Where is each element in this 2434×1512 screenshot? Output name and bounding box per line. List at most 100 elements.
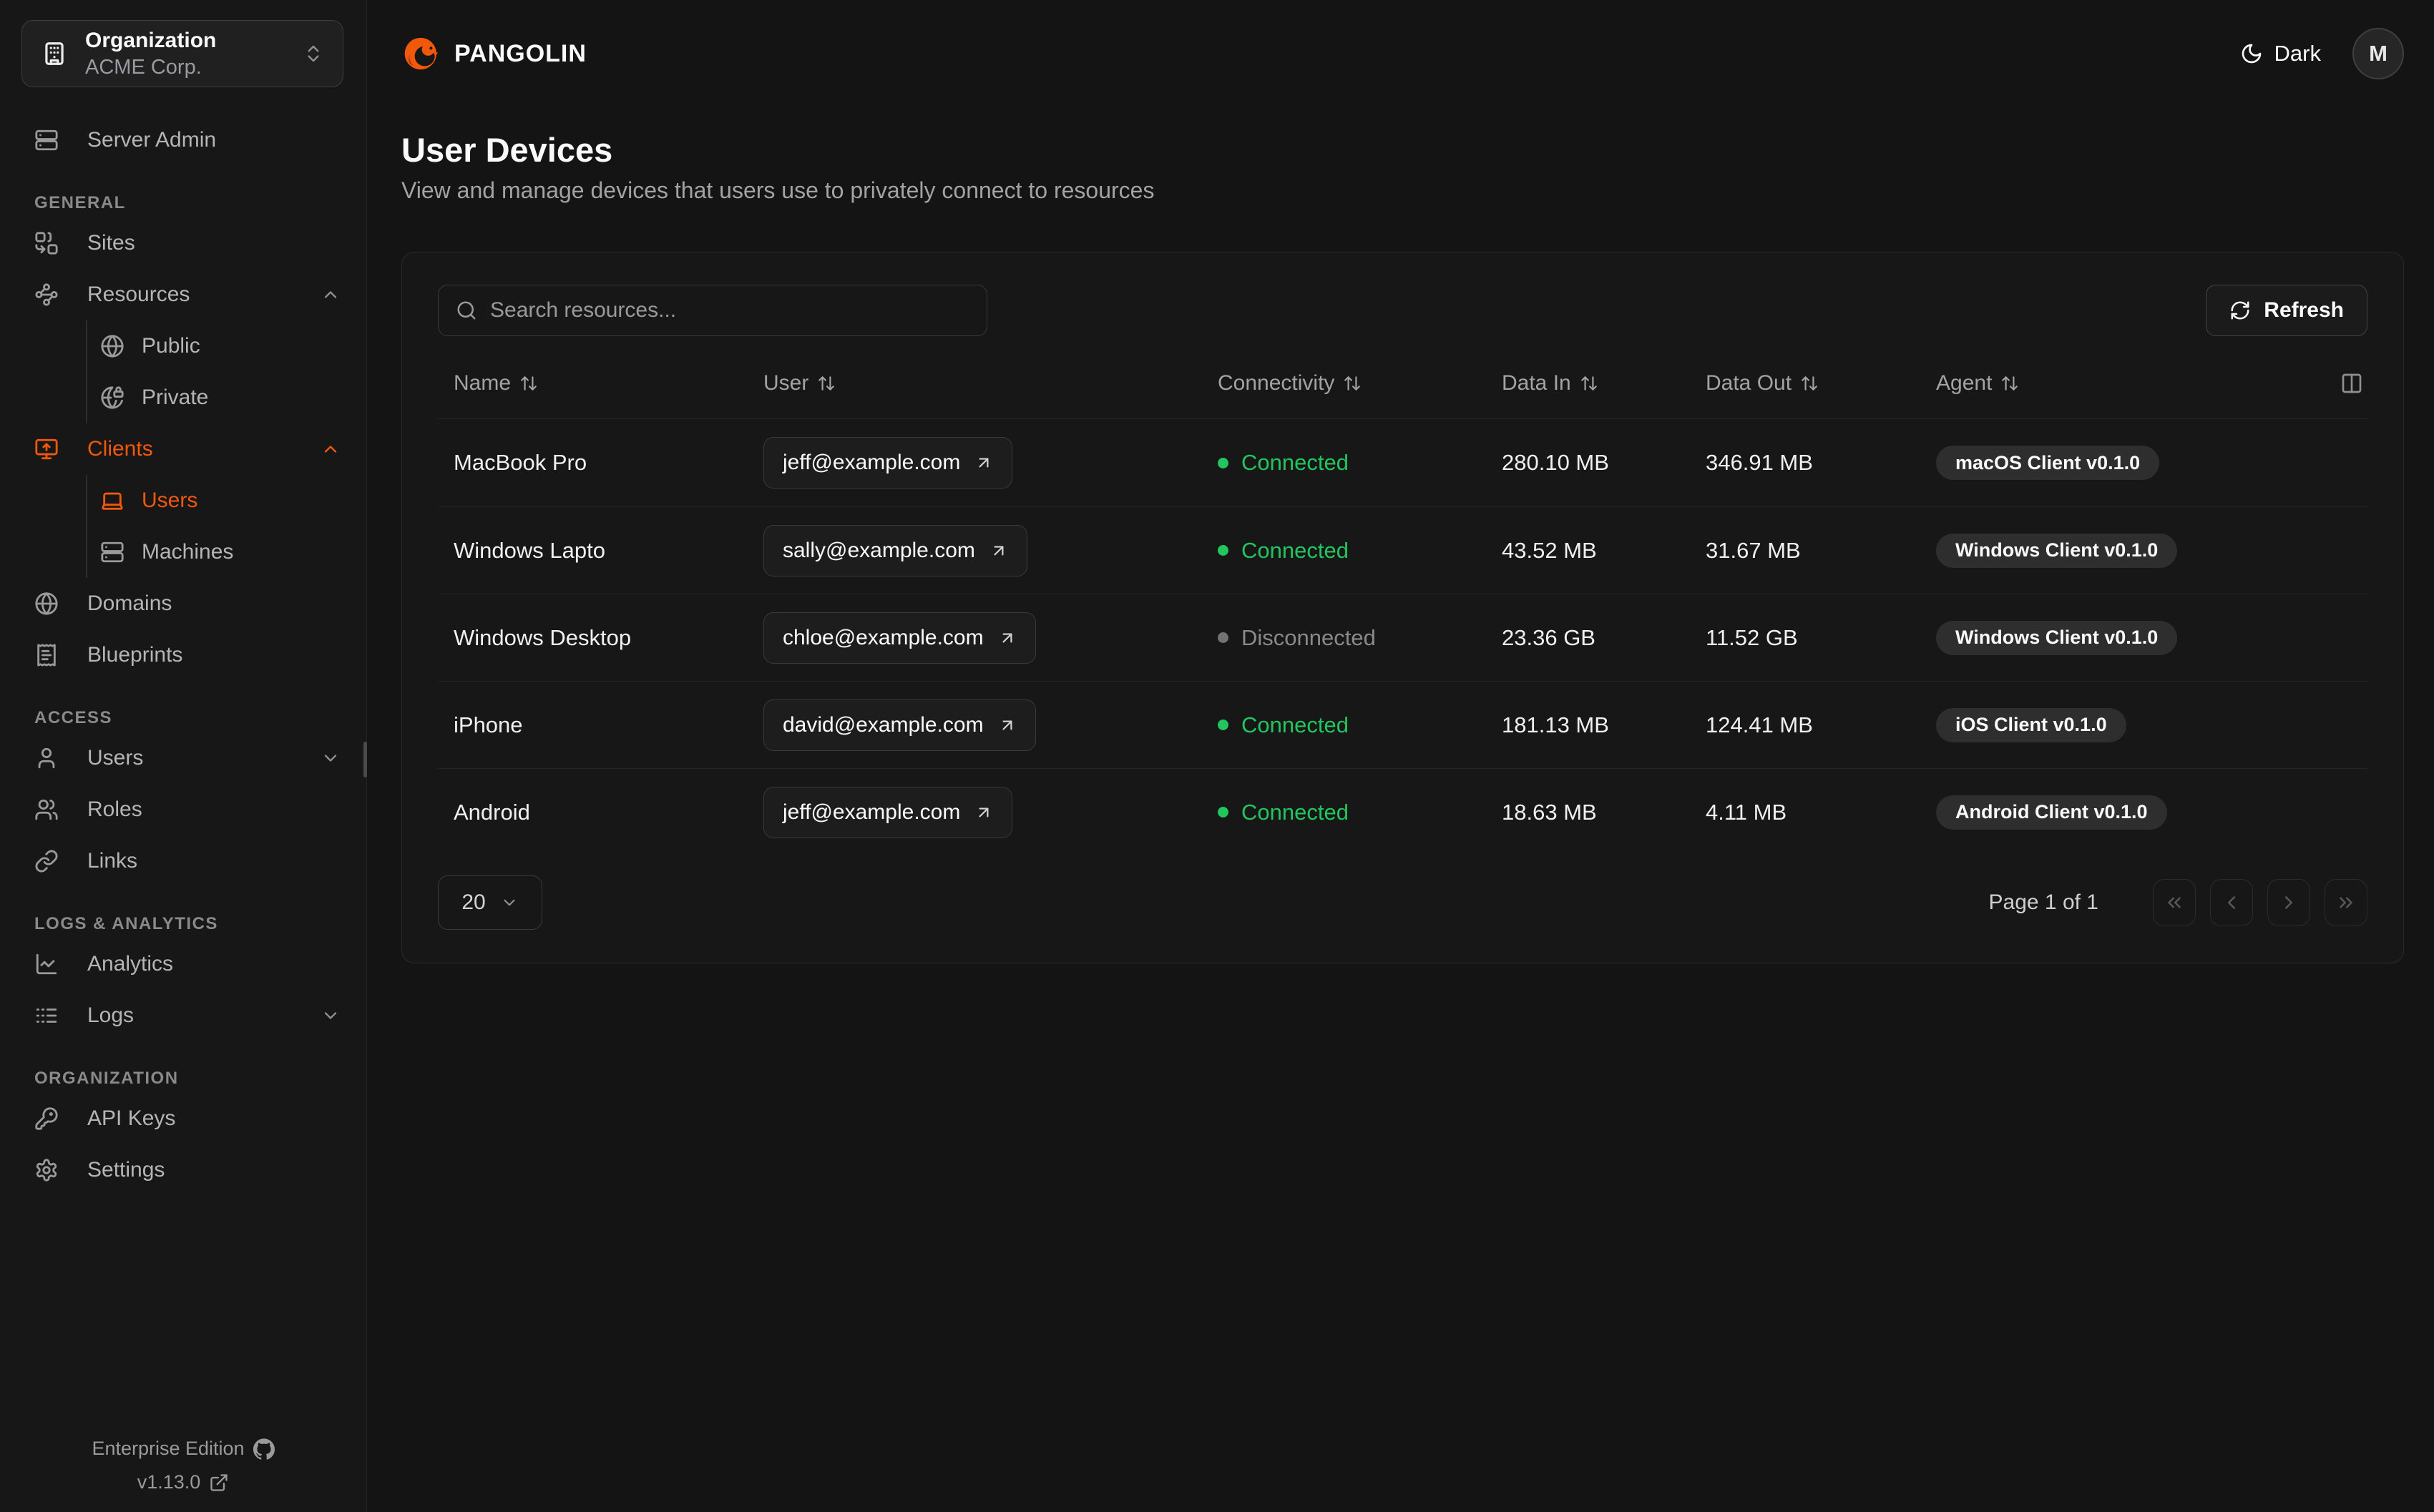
search-box bbox=[438, 285, 987, 336]
sidebar-item-roles[interactable]: Roles bbox=[0, 784, 366, 835]
org-selector[interactable]: Organization ACME Corp. bbox=[21, 20, 343, 87]
sidebar-item-label: Domains bbox=[87, 591, 172, 615]
sidebar-item-resources[interactable]: Resources bbox=[0, 269, 366, 320]
last-page-button[interactable] bbox=[2325, 879, 2367, 926]
user-email: chloe@example.com bbox=[783, 625, 984, 649]
column-header-agent-wrap: Agent bbox=[1920, 371, 2367, 396]
version-line[interactable]: v1.13.0 bbox=[137, 1471, 230, 1493]
sidebar-item-api-keys[interactable]: API Keys bbox=[0, 1093, 366, 1144]
sidebar-item-label: Settings bbox=[87, 1158, 165, 1182]
sidebar-item-client-users[interactable]: Users bbox=[87, 475, 366, 526]
next-page-button[interactable] bbox=[2267, 879, 2310, 926]
status-badge: Connected bbox=[1218, 450, 1349, 476]
data-in-value: 181.13 MB bbox=[1502, 712, 1609, 737]
sidebar-scrollbar-thumb[interactable] bbox=[363, 742, 367, 777]
sidebar-item-analytics[interactable]: Analytics bbox=[0, 938, 366, 990]
user-link-button[interactable]: david@example.com bbox=[763, 699, 1036, 751]
page-size-select[interactable]: 20 bbox=[438, 875, 542, 930]
data-out-value: 346.91 MB bbox=[1706, 450, 1813, 475]
table-row: iPhone david@example.com Connected 181.1… bbox=[438, 681, 2367, 768]
status-dot bbox=[1218, 632, 1228, 643]
sidebar-item-settings[interactable]: Settings bbox=[0, 1144, 366, 1196]
data-out-value: 11.52 GB bbox=[1706, 624, 1798, 650]
search-icon bbox=[456, 300, 477, 321]
table-row: Windows Lapto sally@example.com Connecte… bbox=[438, 506, 2367, 594]
main-content: PANGOLIN Dark M User Devices View and ma… bbox=[367, 0, 2434, 1512]
chevrons-up-down-icon bbox=[303, 43, 324, 64]
resources-icon bbox=[34, 283, 59, 307]
column-header-agent[interactable]: Agent bbox=[1920, 371, 2019, 396]
user-link-button[interactable]: jeff@example.com bbox=[763, 437, 1013, 489]
moon-icon bbox=[2240, 42, 2263, 65]
column-header-data-in[interactable]: Data In bbox=[1486, 371, 1690, 396]
previous-page-button[interactable] bbox=[2210, 879, 2253, 926]
edition-line[interactable]: Enterprise Edition bbox=[92, 1438, 275, 1460]
top-right-controls: Dark M bbox=[2240, 28, 2404, 79]
arrow-up-right-icon bbox=[998, 716, 1017, 735]
sidebar-item-label: Roles bbox=[87, 797, 142, 821]
sidebar-item-label: Sites bbox=[87, 231, 135, 255]
sidebar-item-label: Public bbox=[142, 334, 200, 358]
status-badge: Disconnected bbox=[1218, 625, 1376, 651]
column-header-connectivity[interactable]: Connectivity bbox=[1202, 371, 1486, 396]
resources-subgroup: Public Private bbox=[86, 320, 366, 423]
search-input[interactable] bbox=[490, 298, 969, 323]
user-email: david@example.com bbox=[783, 712, 984, 737]
column-header-user[interactable]: User bbox=[748, 371, 1202, 396]
sidebar-item-public[interactable]: Public bbox=[87, 320, 366, 372]
sidebar-item-logs[interactable]: Logs bbox=[0, 990, 366, 1041]
user-link-button[interactable]: chloe@example.com bbox=[763, 612, 1036, 664]
column-header-data-out[interactable]: Data Out bbox=[1690, 371, 1920, 396]
sidebar-item-label: Users bbox=[87, 746, 144, 770]
sidebar-item-domains[interactable]: Domains bbox=[0, 578, 366, 629]
user-email: jeff@example.com bbox=[783, 451, 961, 474]
table-row: Windows Desktop chloe@example.com Discon… bbox=[438, 594, 2367, 681]
page-info: Page 1 of 1 bbox=[1988, 890, 2098, 914]
sidebar-item-label: Blueprints bbox=[87, 643, 183, 667]
user-link-button[interactable]: jeff@example.com bbox=[763, 786, 1013, 838]
github-icon bbox=[253, 1438, 275, 1460]
sidebar-item-links[interactable]: Links bbox=[0, 835, 366, 887]
server-icon bbox=[34, 128, 59, 152]
sidebar-item-server-admin[interactable]: Server Admin bbox=[0, 114, 366, 166]
arrow-up-right-icon bbox=[989, 541, 1008, 560]
data-out-value: 31.67 MB bbox=[1706, 537, 1801, 563]
data-out-value: 4.11 MB bbox=[1706, 799, 1787, 825]
sidebar: Organization ACME Corp. Server Admin GEN… bbox=[0, 0, 367, 1512]
refresh-label: Refresh bbox=[2264, 298, 2344, 322]
chevron-up-icon bbox=[321, 285, 341, 305]
sidebar-item-client-machines[interactable]: Machines bbox=[87, 526, 366, 578]
refresh-button[interactable]: Refresh bbox=[2206, 285, 2367, 336]
status-badge: Connected bbox=[1218, 538, 1349, 564]
theme-toggle[interactable]: Dark bbox=[2240, 41, 2321, 67]
pangolin-logo-icon bbox=[401, 34, 441, 74]
column-visibility-icon[interactable] bbox=[2325, 372, 2363, 395]
sidebar-item-sites[interactable]: Sites bbox=[0, 217, 366, 269]
agent-badge: Windows Client v0.1.0 bbox=[1936, 533, 2178, 568]
receipt-icon bbox=[34, 643, 59, 667]
sidebar-item-private[interactable]: Private bbox=[87, 372, 366, 423]
column-header-name[interactable]: Name bbox=[438, 371, 748, 396]
column-label: User bbox=[763, 370, 809, 395]
globe-icon bbox=[100, 334, 124, 358]
status-label: Connected bbox=[1241, 712, 1349, 737]
section-label-organization: ORGANIZATION bbox=[34, 1069, 179, 1088]
column-label: Name bbox=[454, 370, 512, 395]
user-email: jeff@example.com bbox=[783, 800, 961, 824]
page-title: User Devices bbox=[401, 131, 613, 169]
globe-icon bbox=[34, 591, 59, 616]
first-page-button[interactable] bbox=[2153, 879, 2196, 926]
sidebar-item-users[interactable]: Users bbox=[0, 732, 366, 784]
avatar[interactable]: M bbox=[2352, 28, 2404, 79]
chevron-down-icon bbox=[500, 893, 519, 912]
sidebar-item-blueprints[interactable]: Blueprints bbox=[0, 629, 366, 681]
user-link-button[interactable]: sally@example.com bbox=[763, 524, 1027, 576]
laptop-icon bbox=[100, 489, 124, 513]
device-name: Windows Desktop bbox=[454, 624, 632, 650]
sidebar-item-clients[interactable]: Clients bbox=[0, 423, 366, 475]
device-name: Windows Lapto bbox=[454, 537, 605, 563]
status-label: Connected bbox=[1241, 537, 1349, 563]
clients-subgroup: Users Machines bbox=[86, 475, 366, 578]
top-bar: PANGOLIN Dark M bbox=[401, 0, 2404, 107]
sidebar-item-label: Logs bbox=[87, 1003, 135, 1027]
